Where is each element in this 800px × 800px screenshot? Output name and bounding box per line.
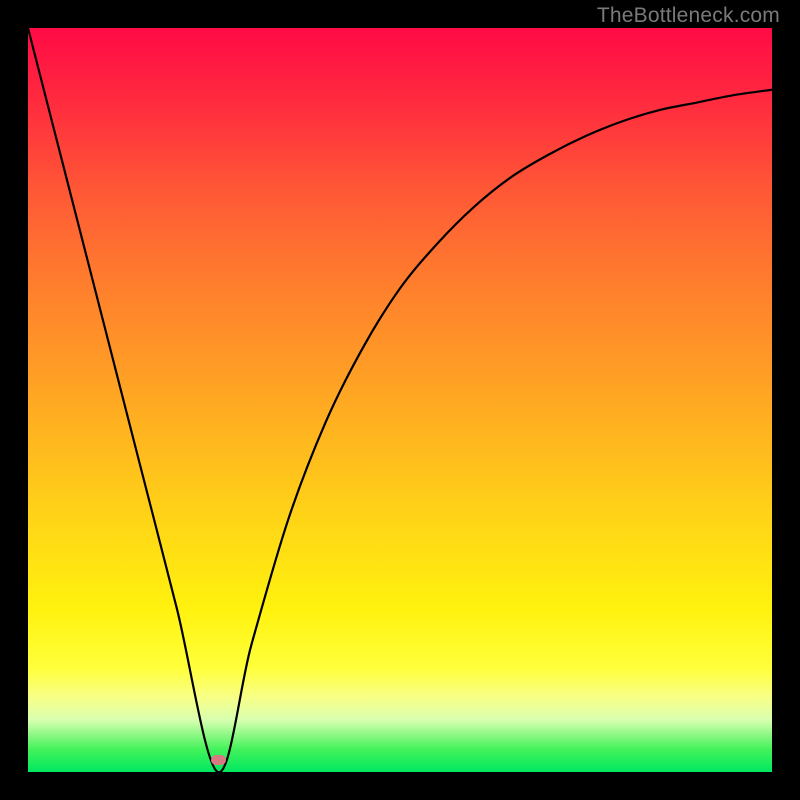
curve-path — [28, 28, 772, 772]
bottleneck-curve — [28, 28, 772, 772]
watermark-text: TheBottleneck.com — [597, 4, 780, 28]
minimum-marker — [211, 755, 226, 765]
chart-frame: TheBottleneck.com — [0, 0, 800, 800]
